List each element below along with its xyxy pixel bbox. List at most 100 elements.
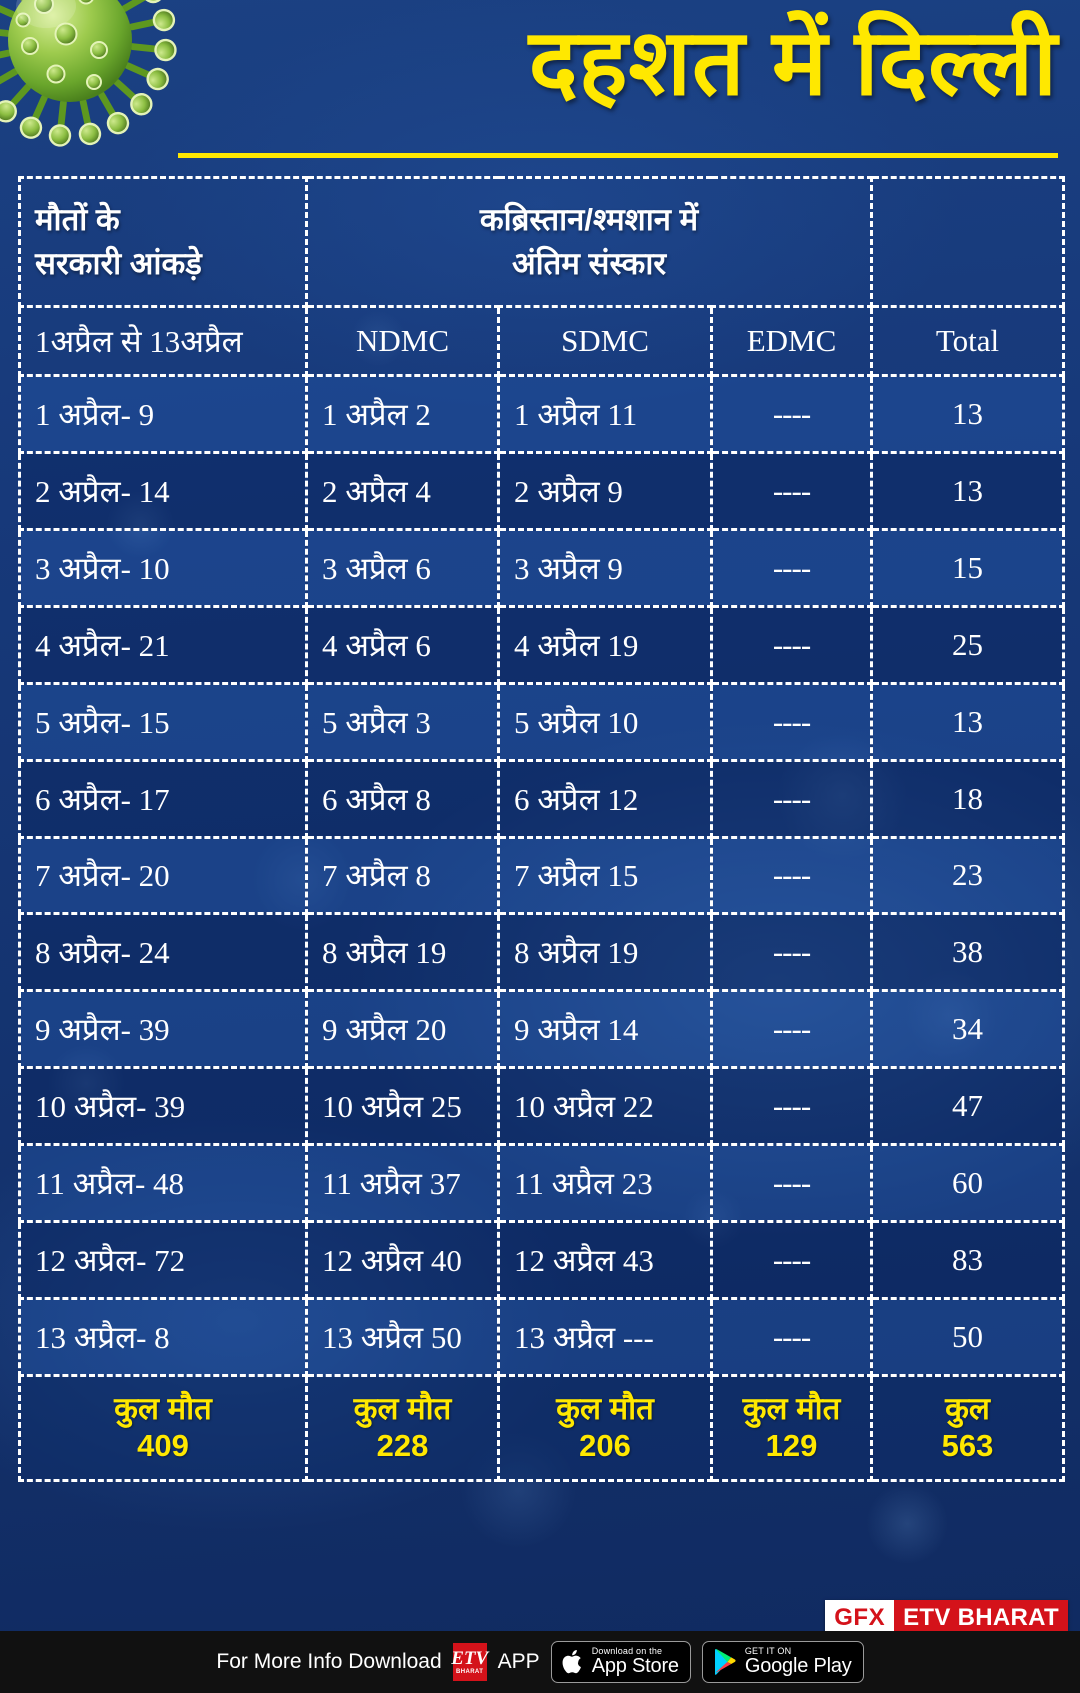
table-row: 9 अप्रैल- 39 9 अप्रैल 20 9 अप्रैल 14 ---… — [18, 989, 1066, 1070]
cell-ndmc: 5 अप्रैल 3 — [305, 681, 500, 762]
totals-label-total: कुल — [945, 1390, 990, 1426]
app-store-badge[interactable]: Download on the App Store — [550, 1641, 691, 1683]
header-group-govt-line1: मौतों के — [35, 202, 120, 238]
cell-edmc: ---- — [709, 528, 874, 608]
cell-edmc: ---- — [709, 758, 874, 839]
cell-sdmc: 11 अप्रैल 23 — [497, 1143, 713, 1223]
cell-sdmc: 5 अप्रैल 10 — [497, 681, 713, 762]
cell-ndmc: 3 अप्रैल 6 — [305, 528, 500, 608]
totals-value-total: 563 — [941, 1428, 994, 1464]
cell-ndmc: 13 अप्रैल 50 — [305, 1296, 500, 1377]
cell-govt: 4 अप्रैल- 21 — [18, 604, 308, 685]
totals-label-edmc: कुल मौत — [742, 1390, 841, 1426]
header-group-cremation-line2: अंतिम संस्कार — [511, 246, 667, 282]
data-table-container: मौतों के सरकारी आंकड़े कब्रिस्तान/श्मशान… — [18, 175, 1066, 1483]
cell-sdmc: 10 अप्रैल 22 — [497, 1066, 713, 1147]
table-row: 8 अप्रैल- 24 8 अप्रैल 19 8 अप्रैल 19 ---… — [18, 912, 1066, 993]
table-totals-row: कुल मौत 409 कुल मौत 228 कुल मौत 206 कुल … — [18, 1373, 1066, 1483]
cell-ndmc: 6 अप्रैल 8 — [305, 758, 500, 839]
cell-ndmc: 1 अप्रैल 2 — [305, 374, 500, 455]
cell-ndmc: 4 अप्रैल 6 — [305, 604, 500, 685]
totals-cell-ndmc: कुल मौत 228 — [305, 1373, 500, 1483]
totals-value-edmc: 129 — [765, 1428, 818, 1464]
cell-govt: 10 अप्रैल- 39 — [18, 1066, 308, 1147]
cell-govt: 11 अप्रैल- 48 — [18, 1143, 308, 1223]
table-row: 6 अप्रैल- 17 6 अप्रैल 8 6 अप्रैल 12 ----… — [18, 758, 1066, 839]
cell-govt: 8 अप्रैल- 24 — [18, 912, 308, 993]
cell-edmc: ---- — [709, 989, 874, 1070]
cell-edmc: ---- — [709, 912, 874, 993]
cell-edmc: ---- — [709, 1143, 874, 1223]
cell-total: 50 — [870, 1296, 1066, 1377]
app-store-big-text: App Store — [591, 1655, 679, 1678]
totals-label-sdmc: कुल मौत — [556, 1390, 654, 1426]
cell-sdmc: 1 अप्रैल 11 — [497, 374, 713, 455]
cell-ndmc: 8 अप्रैल 19 — [305, 912, 500, 993]
column-header-edmc: EDMC — [709, 305, 874, 378]
column-header-sdmc: SDMC — [497, 305, 713, 378]
cell-edmc: ---- — [709, 374, 874, 455]
totals-label-ndmc: कुल मौत — [353, 1390, 452, 1426]
column-header-date-range: 1अप्रैल से 13अप्रैल — [18, 305, 308, 378]
header-group-govt-line2: सरकारी आंकड़े — [35, 246, 202, 282]
cell-ndmc: 2 अप्रैल 4 — [305, 451, 500, 532]
etv-logo-main: ETV — [451, 1648, 489, 1669]
cell-edmc: ---- — [709, 451, 874, 532]
cell-ndmc: 7 अप्रैल 8 — [305, 835, 500, 916]
cell-govt: 6 अप्रैल- 17 — [18, 758, 308, 839]
cell-govt: 2 अप्रैल- 14 — [18, 451, 308, 532]
cell-edmc: ---- — [709, 681, 874, 762]
table-row: 2 अप्रैल- 14 2 अप्रैल 4 2 अप्रैल 9 ---- … — [18, 451, 1066, 532]
cell-sdmc: 9 अप्रैल 14 — [497, 989, 713, 1070]
totals-cell-edmc: कुल मौत 129 — [709, 1373, 874, 1483]
table-row: 4 अप्रैल- 21 4 अप्रैल 6 4 अप्रैल 19 ----… — [18, 604, 1066, 685]
cell-sdmc: 13 अप्रैल --- — [497, 1296, 713, 1377]
totals-value-sdmc: 206 — [579, 1428, 631, 1464]
table-row: 3 अप्रैल- 10 3 अप्रैल 6 3 अप्रैल 9 ---- … — [18, 528, 1066, 608]
cell-total: 13 — [870, 451, 1066, 532]
page-title: दहशत में दिल्ली — [528, 12, 1058, 114]
table-row: 12 अप्रैल- 72 12 अप्रैल 40 12 अप्रैल 43 … — [18, 1219, 1066, 1300]
etv-logo-sub: BHARAT — [456, 1669, 484, 1675]
table-row: 11 अप्रैल- 48 11 अप्रैल 37 11 अप्रैल 23 … — [18, 1143, 1066, 1223]
table-row: 7 अप्रैल- 20 7 अप्रैल 8 7 अप्रैल 15 ----… — [18, 835, 1066, 916]
google-play-icon — [714, 1648, 736, 1675]
totals-label-govt: कुल मौत — [114, 1390, 212, 1426]
footer-app-word: APP — [497, 1650, 540, 1673]
cell-total: 13 — [870, 681, 1066, 762]
google-play-text: GET IT ON Google Play — [744, 1646, 852, 1678]
table-row: 1 अप्रैल- 9 1 अप्रैल 2 1 अप्रैल 11 ---- … — [18, 374, 1066, 455]
cell-total: 15 — [870, 528, 1066, 608]
cell-sdmc: 3 अप्रैल 9 — [497, 528, 713, 608]
cell-edmc: ---- — [709, 1296, 874, 1377]
google-play-badge[interactable]: GET IT ON Google Play — [701, 1641, 864, 1683]
header-group-cremation: कब्रिस्तान/श्मशान में अंतिम संस्कार — [304, 175, 874, 309]
cell-total: 60 — [870, 1143, 1066, 1223]
cell-sdmc: 8 अप्रैल 19 — [497, 912, 713, 993]
infographic-poster: दहशत में दिल्ली मौतों के सरकारी आंकड़े क… — [0, 0, 1080, 1693]
cell-sdmc: 4 अप्रैल 19 — [497, 604, 713, 685]
apple-icon — [562, 1650, 581, 1674]
header-group-govt-figures: मौतों के सरकारी आंकड़े — [18, 175, 308, 309]
cell-total: 25 — [870, 604, 1066, 685]
cell-edmc: ---- — [709, 835, 874, 916]
cell-ndmc: 9 अप्रैल 20 — [305, 989, 500, 1070]
cell-total: 34 — [870, 989, 1066, 1070]
cell-govt: 7 अप्रैल- 20 — [18, 835, 308, 916]
column-header-total: Total — [870, 305, 1066, 378]
cell-govt: 1 अप्रैल- 9 — [18, 374, 308, 455]
cell-total: 13 — [870, 374, 1066, 455]
cell-sdmc: 12 अप्रैल 43 — [497, 1219, 713, 1300]
cell-sdmc: 7 अप्रैल 15 — [497, 835, 713, 916]
cell-total: 83 — [870, 1219, 1066, 1300]
cell-edmc: ---- — [709, 604, 874, 685]
cell-sdmc: 6 अप्रैल 12 — [497, 758, 713, 839]
header-group-empty — [870, 175, 1066, 309]
cell-govt: 5 अप्रैल- 15 — [18, 681, 308, 762]
google-play-big-text: Google Play — [744, 1655, 852, 1678]
totals-cell-govt: कुल मौत 409 — [18, 1373, 308, 1483]
cell-total: 47 — [870, 1066, 1066, 1147]
footer-bar: For More Info Download ETV BHARAT APP Do… — [0, 1631, 1080, 1693]
cell-govt: 12 अप्रैल- 72 — [18, 1219, 308, 1300]
cell-govt: 3 अप्रैल- 10 — [18, 528, 308, 608]
